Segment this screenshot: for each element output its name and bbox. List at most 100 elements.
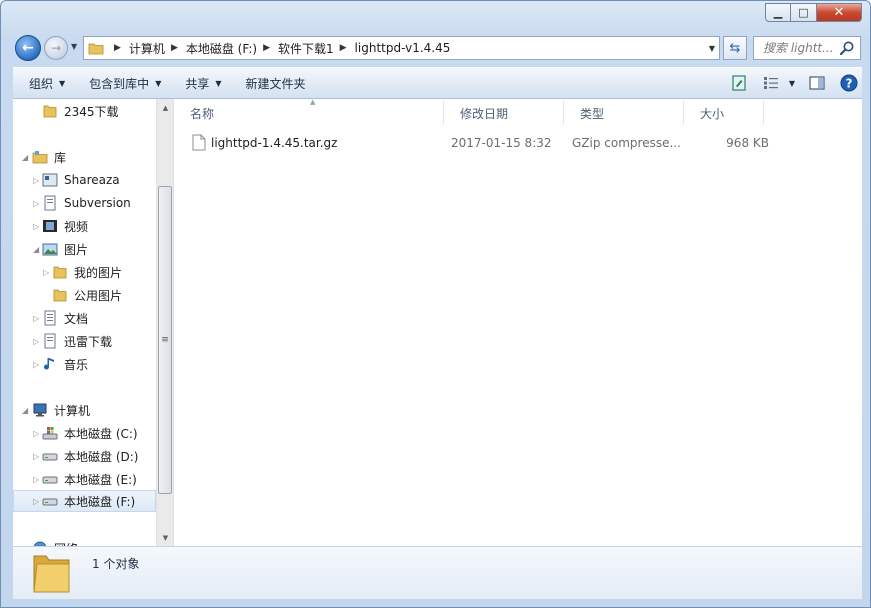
sidebar-item-2345-downloads[interactable]: 2345下载 xyxy=(13,100,156,122)
breadcrumb-computer[interactable]: 计算机 xyxy=(129,40,165,57)
view-controls: ▼ ? xyxy=(720,68,862,98)
preview-pane-button[interactable] xyxy=(804,72,830,94)
grip-icon: ≡ xyxy=(161,335,169,345)
expand-arrow-icon[interactable]: ▷ xyxy=(33,497,39,506)
breadcrumb-drive-f[interactable]: 本地磁盘 (F:) xyxy=(186,40,257,57)
sidebar-item-videos[interactable]: ▷ 视频 xyxy=(13,215,156,237)
close-button[interactable]: ✕ xyxy=(817,3,862,22)
folder-icon xyxy=(53,266,67,279)
maximize-button[interactable]: □ xyxy=(791,3,817,22)
column-header-modified[interactable]: 修改日期 xyxy=(444,101,564,125)
view-options-dropdown[interactable]: ▼ xyxy=(786,72,798,94)
refresh-button[interactable]: ⇆ xyxy=(723,36,747,60)
column-header-label: 修改日期 xyxy=(460,106,509,121)
sidebar-item-label: 本地磁盘 (F:) xyxy=(64,494,136,509)
shareaza-icon xyxy=(42,173,58,187)
search-box[interactable] xyxy=(753,36,861,60)
file-type: GZip compresse... xyxy=(572,136,681,150)
document-library-icon xyxy=(44,333,56,349)
sidebar-item-shareaza[interactable]: ▷ Shareaza xyxy=(13,169,156,191)
expand-arrow-icon[interactable]: ▷ xyxy=(33,360,39,369)
table-row[interactable]: lighttpd-1.4.45.tar.gz 2017-01-15 8:32 G… xyxy=(186,131,862,155)
expand-arrow-icon[interactable]: ▷ xyxy=(33,314,39,323)
preview-file-button[interactable] xyxy=(726,72,752,94)
sidebar-item-public-pictures[interactable]: 公用图片 xyxy=(13,284,156,306)
sidebar-item-drive-e[interactable]: ▷ 本地磁盘 (E:) xyxy=(13,468,156,490)
breadcrumb-current-folder[interactable]: lighttpd-v1.4.45 xyxy=(355,41,451,55)
sidebar-item-music[interactable]: ▷ 音乐 xyxy=(13,353,156,375)
sidebar-item-label: 库 xyxy=(54,150,67,165)
sidebar-item-pictures[interactable]: ◢ 图片 xyxy=(13,238,156,260)
sidebar-item-documents[interactable]: ▷ 文档 xyxy=(13,307,156,329)
column-header-size[interactable]: 大小 xyxy=(684,101,764,125)
sidebar-item-label: 音乐 xyxy=(64,357,89,372)
sort-ascending-icon: ▲ xyxy=(310,98,316,106)
scroll-down-icon[interactable]: ▼ xyxy=(157,529,174,546)
library-icon xyxy=(32,151,48,164)
forward-button[interactable]: → xyxy=(44,36,68,60)
sidebar-item-drive-c[interactable]: ▷ 本地磁盘 (C:) xyxy=(13,422,156,444)
share-menu[interactable]: 共享 ▼ xyxy=(169,68,229,98)
scrollbar-thumb[interactable]: ≡ xyxy=(158,186,172,494)
column-header-label: 名称 xyxy=(190,106,215,121)
sidebar-item-label: Shareaza xyxy=(64,173,120,187)
window-controls: ▁ □ ✕ xyxy=(765,3,862,23)
recent-pages-dropdown-icon[interactable]: ▼ xyxy=(71,42,77,51)
address-bar[interactable]: ▶ 计算机 ▶ 本地磁盘 (F:) ▶ 软件下载1 ▶ lighttpd-v1.… xyxy=(83,36,720,60)
expand-arrow-icon[interactable]: ◢ xyxy=(22,153,28,162)
address-history-dropdown-icon[interactable]: ▼ xyxy=(709,44,715,53)
scroll-up-icon[interactable]: ▲ xyxy=(157,99,174,116)
document-library-icon xyxy=(44,195,56,211)
chevron-right-icon[interactable]: ▶ xyxy=(114,43,121,53)
column-header-name[interactable]: 名称 ▲ xyxy=(174,98,444,125)
minimize-button[interactable]: ▁ xyxy=(765,3,791,22)
sidebar-item-label: 本地磁盘 (D:) xyxy=(64,449,139,464)
column-header-label: 大小 xyxy=(700,106,725,121)
search-icon[interactable] xyxy=(839,40,855,56)
sidebar-item-libraries[interactable]: ◢ 库 xyxy=(13,146,156,168)
sidebar-item-my-pictures[interactable]: ▷ 我的图片 xyxy=(13,261,156,283)
back-button[interactable]: ← xyxy=(15,35,41,61)
expand-arrow-icon[interactable]: ◢ xyxy=(33,245,39,254)
breadcrumb-software-downloads[interactable]: 软件下载1 xyxy=(278,40,334,57)
chevron-down-icon: ▼ xyxy=(788,78,796,88)
music-icon xyxy=(44,358,54,370)
item-count: 1 个对象 xyxy=(92,557,140,571)
new-folder-label: 新建文件夹 xyxy=(245,76,306,91)
sidebar-item-computer[interactable]: ◢ 计算机 xyxy=(13,399,156,421)
expand-arrow-icon[interactable]: ▷ xyxy=(33,429,39,438)
chevron-right-icon[interactable]: ▶ xyxy=(263,43,270,53)
file-list[interactable]: 名称 ▲ 修改日期 类型 大小 lighttpd-1.4.45.tar.gz 2… xyxy=(174,98,862,546)
sidebar-item-subversion[interactable]: ▷ Subversion xyxy=(13,192,156,214)
chevron-down-icon: ▼ xyxy=(215,78,222,88)
organize-menu[interactable]: 组织 ▼ xyxy=(13,68,73,98)
expand-arrow-icon[interactable]: ▷ xyxy=(43,268,49,277)
documents-icon xyxy=(44,310,56,326)
chevron-right-icon[interactable]: ▶ xyxy=(171,43,178,53)
drive-icon xyxy=(42,476,58,484)
chevron-right-icon[interactable]: ▶ xyxy=(340,43,347,53)
navigation-pane[interactable]: 2345下载 ◢ 库 ▷ Shareaza ▷ Subversion ▷ 视频 xyxy=(13,99,156,546)
column-header-type[interactable]: 类型 xyxy=(564,101,684,125)
video-icon xyxy=(43,220,57,232)
expand-arrow-icon[interactable]: ◢ xyxy=(22,406,28,415)
expand-arrow-icon[interactable]: ▷ xyxy=(33,176,39,185)
help-button[interactable]: ? xyxy=(836,72,862,94)
expand-arrow-icon[interactable]: ▷ xyxy=(33,337,39,346)
search-input[interactable] xyxy=(763,41,841,55)
navigation-scrollbar[interactable]: ▲ ≡ ▼ xyxy=(156,99,173,546)
expand-arrow-icon[interactable]: ▷ xyxy=(33,475,39,484)
expand-arrow-icon[interactable]: ▷ xyxy=(33,222,39,231)
change-view-button[interactable] xyxy=(758,72,784,94)
sidebar-item-thunder-downloads[interactable]: ▷ 迅雷下载 xyxy=(13,330,156,352)
include-in-library-menu[interactable]: 包含到库中 ▼ xyxy=(73,68,169,98)
expand-arrow-icon[interactable]: ▷ xyxy=(33,199,39,208)
folder-icon xyxy=(33,555,70,593)
sidebar-item-drive-f[interactable]: ▷ 本地磁盘 (F:) xyxy=(13,490,156,512)
sidebar-item-drive-d[interactable]: ▷ 本地磁盘 (D:) xyxy=(13,445,156,467)
expand-arrow-icon[interactable]: ▷ xyxy=(33,452,39,461)
new-folder-button[interactable]: 新建文件夹 xyxy=(230,68,314,98)
sidebar-item-label: 2345下载 xyxy=(64,104,119,119)
sidebar-item-network[interactable]: 网络 xyxy=(13,537,156,546)
details-pane: 1 个对象 xyxy=(13,546,862,599)
